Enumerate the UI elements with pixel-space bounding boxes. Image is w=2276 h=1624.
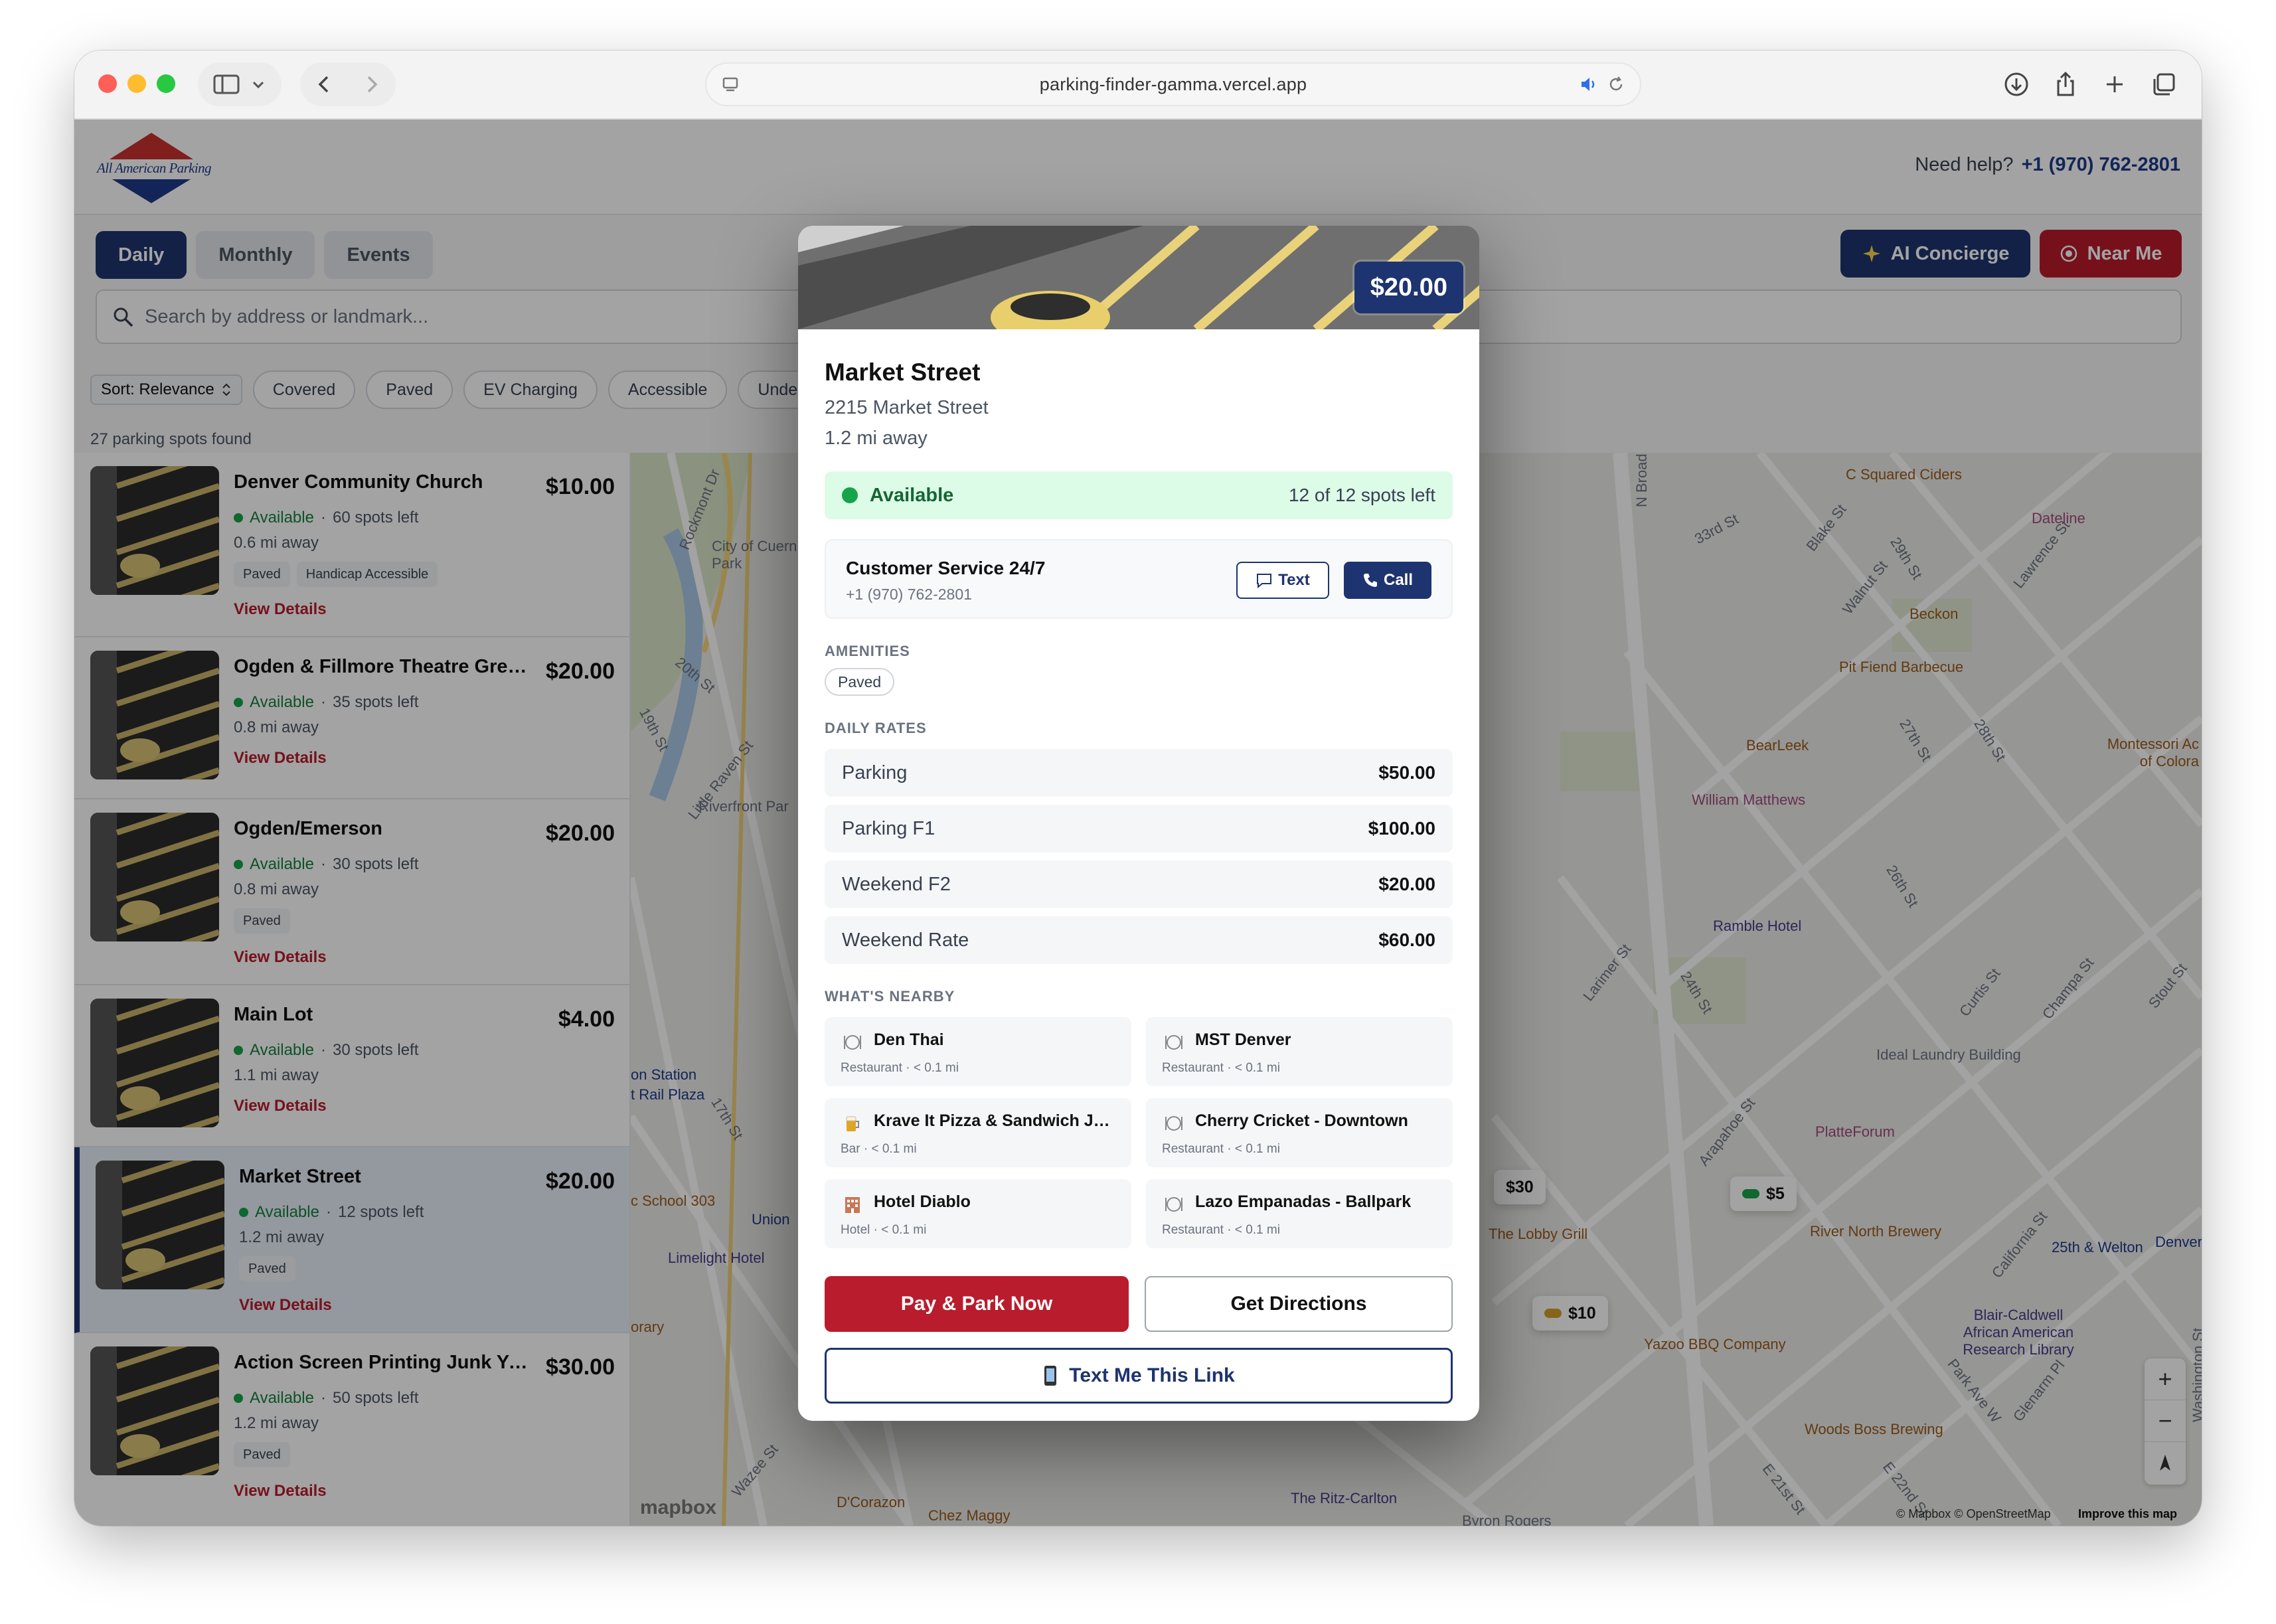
url-text: parking-finder-gamma.vercel.app [1039, 74, 1307, 94]
tab-overview-icon[interactable] [2147, 68, 2180, 101]
address-bar[interactable]: parking-finder-gamma.vercel.app [705, 62, 1641, 106]
download-icon[interactable] [2000, 68, 2033, 101]
rate-row: Parking $50.00 [825, 749, 1453, 797]
rates-heading: DAILY RATES [825, 720, 927, 736]
hotel-icon [841, 1192, 864, 1216]
spots-remaining: 12 of 12 spots left [1288, 485, 1435, 505]
amenities-heading: AMENITIES [825, 643, 910, 659]
pay-and-park-button[interactable]: Pay & Park Now [825, 1276, 1129, 1332]
place-name: Krave It Pizza & Sandwich Joi... [874, 1111, 1119, 1130]
rate-value: $60.00 [1378, 930, 1435, 950]
new-tab-icon[interactable] [2098, 68, 2131, 101]
nearby-place[interactable]: Cherry Cricket - Downtown Restaurant · <… [1146, 1098, 1453, 1167]
zoom-window-button[interactable] [157, 74, 175, 93]
rate-label: Parking F1 [842, 817, 935, 839]
restaurant-icon [841, 1030, 864, 1054]
lot-detail-modal: $20.00 Market Street 2215 Market Street … [798, 226, 1479, 1421]
nearby-place[interactable]: Krave It Pizza & Sandwich Joi... Bar · <… [825, 1098, 1131, 1167]
rate-row: Weekend Rate $60.00 [825, 916, 1453, 964]
phone-icon [1363, 574, 1377, 587]
amenity-tag: Paved [825, 668, 895, 696]
lot-hero-image: $20.00 [798, 226, 1479, 329]
back-icon[interactable] [315, 74, 335, 94]
cs-phone: +1 (970) 762-2801 [846, 586, 972, 603]
nearby-place[interactable]: MST Denver Restaurant · < 0.1 mi [1146, 1017, 1453, 1086]
place-meta: Restaurant · < 0.1 mi [1162, 1223, 1280, 1237]
minimize-window-button[interactable] [127, 74, 146, 93]
rate-label: Parking [842, 762, 908, 783]
nearby-place[interactable]: Lazo Empanadas - Ballpark Restaurant · <… [1146, 1179, 1453, 1248]
sidebar-toggle-button[interactable] [198, 62, 282, 106]
text-button-label: Text [1278, 571, 1310, 589]
nav-buttons [300, 62, 396, 106]
forward-icon[interactable] [361, 74, 381, 94]
place-name: Lazo Empanadas - Ballpark [1195, 1192, 1412, 1211]
cs-title: Customer Service 24/7 [846, 558, 1046, 578]
availability-status: Available [870, 484, 954, 506]
rate-label: Weekend F2 [842, 873, 951, 895]
place-meta: Bar · < 0.1 mi [841, 1142, 917, 1156]
close-window-button[interactable] [98, 74, 117, 93]
place-name: Den Thai [874, 1030, 944, 1049]
place-meta: Restaurant · < 0.1 mi [1162, 1061, 1280, 1075]
restaurant-icon [1162, 1192, 1186, 1216]
modal-title: Market Street [825, 359, 981, 386]
rate-label: Weekend Rate [842, 929, 969, 951]
modal-address: 2215 Market Street [825, 397, 989, 418]
text-me-link-label: Text Me This Link [1069, 1364, 1235, 1386]
rate-row: Weekend F2 $20.00 [825, 860, 1453, 908]
place-meta: Restaurant · < 0.1 mi [841, 1061, 959, 1075]
call-button-label: Call [1383, 571, 1413, 589]
price-badge: $20.00 [1354, 262, 1463, 313]
chevron-down-icon [252, 81, 264, 89]
speaker-icon[interactable] [1579, 74, 1599, 94]
rate-row: Parking F1 $100.00 [825, 805, 1453, 853]
call-button[interactable]: Call [1344, 562, 1431, 599]
nearby-place[interactable]: Hotel Diablo Hotel · < 0.1 mi [825, 1179, 1131, 1248]
bar-icon [841, 1111, 864, 1135]
restaurant-icon [1162, 1111, 1186, 1135]
customer-service-card: Customer Service 24/7 +1 (970) 762-2801 … [825, 539, 1453, 619]
place-name: MST Denver [1195, 1030, 1291, 1049]
sidebar-icon [213, 74, 240, 94]
chat-bubble-icon [1257, 574, 1272, 588]
modal-distance: 1.2 mi away [825, 428, 928, 449]
rate-value: $50.00 [1378, 762, 1435, 783]
mobile-phone-icon [1044, 1366, 1057, 1386]
available-dot-icon [842, 487, 858, 503]
browser-window: parking-finder-gamma.vercel.app All Amer… [74, 50, 2202, 1526]
nearby-heading: WHAT'S NEARBY [825, 988, 955, 1005]
text-me-link-button[interactable]: Text Me This Link [825, 1348, 1453, 1404]
get-directions-button[interactable]: Get Directions [1145, 1276, 1453, 1332]
share-icon[interactable] [2049, 68, 2082, 101]
place-name: Hotel Diablo [874, 1192, 971, 1211]
place-name: Cherry Cricket - Downtown [1195, 1111, 1408, 1130]
nearby-place[interactable]: Den Thai Restaurant · < 0.1 mi [825, 1017, 1131, 1086]
reload-icon[interactable] [1607, 75, 1625, 94]
rate-value: $20.00 [1378, 874, 1435, 894]
text-button[interactable]: Text [1236, 562, 1329, 599]
place-meta: Hotel · < 0.1 mi [841, 1223, 927, 1237]
app: All American Parking Need help? +1 (970) … [74, 120, 2202, 1526]
rate-value: $100.00 [1368, 818, 1435, 839]
availability-bar: Available 12 of 12 spots left [825, 471, 1453, 519]
browser-toolbar: parking-finder-gamma.vercel.app [74, 50, 2202, 120]
place-meta: Restaurant · < 0.1 mi [1162, 1142, 1280, 1156]
restaurant-icon [1162, 1030, 1186, 1054]
